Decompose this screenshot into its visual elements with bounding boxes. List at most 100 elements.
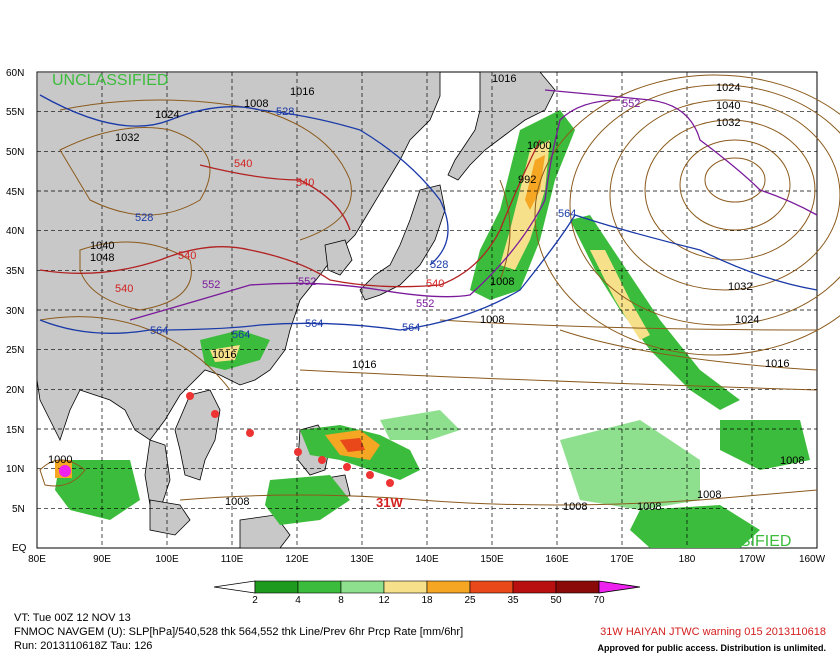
slp-label: 1032: [716, 117, 740, 129]
slp-label: 1008: [637, 501, 661, 513]
lon-label: 80E: [28, 554, 46, 565]
colorbar-tick: 70: [593, 595, 605, 606]
slp-label: 1016: [765, 358, 789, 370]
colorbar-segment: [426, 580, 471, 594]
thk-label: 552: [298, 276, 316, 288]
run-info: Run: 2013110618Z Tau: 126: [14, 640, 153, 652]
lat-label: 55N: [6, 107, 24, 118]
slp-label: 1024: [735, 314, 759, 326]
slp-label: 1040: [716, 100, 740, 112]
thk-label: 564: [232, 329, 250, 341]
slp-label: 1008: [244, 98, 268, 110]
lon-label: 160E: [545, 554, 569, 565]
slp-label: 1008: [563, 501, 587, 513]
colorbar-tick: 35: [507, 595, 519, 606]
longitude-labels: 80E 90E 100E 110E 120E 130E 140E 150E 16…: [28, 554, 826, 565]
slp-label: 1032: [728, 281, 752, 293]
lat-label: 45N: [6, 187, 24, 198]
colorbar-tick: 8: [338, 595, 344, 606]
lat-label: 20N: [6, 385, 24, 396]
slp-label: 1008: [780, 455, 804, 467]
colorbar-tick: 18: [421, 595, 433, 606]
colorbar-tick: 50: [550, 595, 562, 606]
lon-label: 160W: [799, 554, 826, 565]
slp-label: 1008: [225, 496, 249, 508]
slp-label: 1016: [492, 73, 516, 85]
thk-label: 528: [135, 212, 153, 224]
lon-label: 150E: [480, 554, 504, 565]
jtwc-warning: 31W HAIYAN JTWC warning 015 2013110618: [600, 626, 826, 638]
lon-label: 110E: [221, 554, 244, 565]
thk-label: 552: [622, 98, 640, 110]
lat-label: 10N: [6, 464, 24, 475]
colorbar: 2 4 8 12 18 25 35 50 70: [213, 580, 641, 606]
thk-label: 564: [305, 318, 323, 330]
slp-label: 992: [518, 174, 536, 186]
lon-label: 140E: [415, 554, 439, 565]
thk-label: 552: [202, 279, 220, 291]
lat-label: 30N: [6, 306, 24, 317]
colorbar-segment: [297, 580, 342, 594]
valid-time: VT: Tue 00Z 12 NOV 13: [14, 612, 131, 624]
colorbar-segment: [469, 580, 514, 594]
thk-label: 540: [426, 278, 444, 290]
thk-label: 552: [416, 298, 434, 310]
slp-label: 1032: [115, 132, 139, 144]
lat-label: 60N: [6, 68, 24, 79]
product-description: FNMOC NAVGEM (U): SLP[hPa]/540,528 thk 5…: [14, 626, 464, 638]
slp-label: 1016: [290, 86, 314, 98]
lon-label: 90E: [93, 554, 111, 565]
colorbar-left-arrow: [213, 580, 256, 594]
thk-label: 564: [150, 325, 168, 337]
colorbar-segment: [383, 580, 428, 594]
storm-center-symbol: [59, 465, 71, 477]
lon-label: 170E: [610, 554, 634, 565]
thk-label: 540: [296, 177, 314, 189]
slp-label: 1000: [527, 140, 551, 152]
slp-label: 1000: [48, 454, 72, 466]
colorbar-tick: 4: [295, 595, 301, 606]
lon-label: 180: [679, 554, 696, 565]
latitude-labels: 60N 55N 50N 45N 40N 35N 30N 25N 20N 15N …: [6, 68, 27, 554]
lat-label: 25N: [6, 345, 24, 356]
slp-label: 1016: [212, 349, 236, 361]
slp-label: 1008: [697, 489, 721, 501]
slp-label: 1024: [716, 82, 740, 94]
classification-bottom: UNCLASSIFIED: [675, 533, 791, 550]
lat-label: 5N: [12, 504, 25, 515]
lat-label: 15N: [6, 425, 24, 436]
slp-label: 1016: [352, 359, 376, 371]
colorbar-segment: [340, 580, 385, 594]
slp-label: 1024: [155, 109, 179, 121]
thk-label: 540: [178, 250, 196, 262]
thk-label: 564: [558, 208, 576, 220]
colorbar-segment: [555, 580, 600, 594]
thk-label: 564: [402, 322, 420, 334]
lon-label: 100E: [155, 554, 179, 565]
slp-label: 1048: [90, 252, 114, 264]
storm-label: 31W: [376, 495, 403, 510]
thk-label: 528: [276, 106, 294, 118]
slp-label: 1008: [480, 314, 504, 326]
colorbar-tick: 2: [252, 595, 258, 606]
thk-label: 540: [115, 283, 133, 295]
lon-label: 170W: [739, 554, 766, 565]
slp-label: 1040: [90, 240, 114, 252]
colorbar-tick: 25: [464, 595, 476, 606]
lon-label: 130E: [350, 554, 374, 565]
lat-label: 35N: [6, 266, 24, 277]
lat-label: 50N: [6, 147, 24, 158]
weather-map: UNCLASSIFIED UNCLASSIFIED 31W 60N 55N 50…: [6, 68, 840, 606]
thk-label: 528: [430, 259, 448, 271]
lat-label: 40N: [6, 226, 24, 237]
lon-label: 120E: [285, 554, 309, 565]
colorbar-segment: [512, 580, 557, 594]
thk-label: 540: [234, 158, 252, 170]
slp-label: 1008: [490, 276, 514, 288]
lat-label: EQ: [12, 543, 27, 554]
colorbar-tick: 12: [378, 595, 390, 606]
colorbar-segment: [254, 580, 299, 594]
classification-top: UNCLASSIFIED: [52, 72, 168, 89]
colorbar-right-arrow: [598, 580, 641, 594]
approval-note: Approved for public access. Distribution…: [597, 643, 826, 653]
